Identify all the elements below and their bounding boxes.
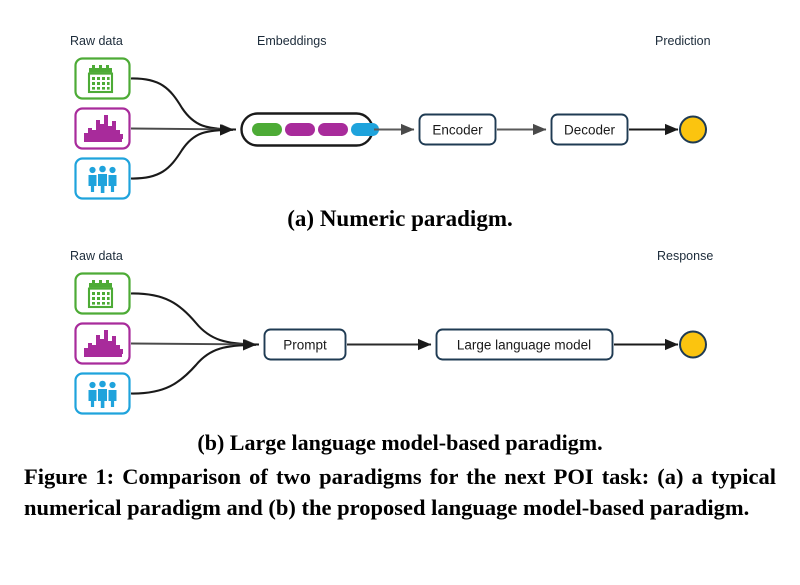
response-node-circle: [679, 330, 707, 359]
encoder-node-label: Encoder: [432, 123, 483, 138]
panel-a-histogram-card[interactable]: [74, 107, 131, 150]
figure-caption: Figure 1: Comparison of two paradigms fo…: [24, 464, 776, 520]
people-group-icon: [88, 165, 117, 193]
prediction-node-circle: [679, 115, 707, 144]
panel-b-arrow-people-to-prompt: [130, 339, 257, 395]
panel-a-label-raw-data: Raw data: [70, 34, 123, 48]
decoder-node-label: Decoder: [564, 123, 616, 138]
people-group-icon: [88, 380, 117, 408]
panel-a-diagram: Raw data Embeddings Prediction Encoder D…: [70, 34, 711, 200]
panel-b-label-raw-data: Raw data: [70, 249, 123, 263]
panel-a-arrow-calendar-to-embeddings: [130, 77, 237, 131]
panel-a-label-embeddings: Embeddings: [257, 34, 327, 48]
panel-b-caption: (b) Large language model-based paradigm.: [197, 430, 603, 455]
panel-b-diagram: Raw data Response Prompt Large language …: [70, 249, 713, 415]
panel-a-arrow-people-to-embeddings: [130, 124, 234, 180]
panel-a-prediction-node[interactable]: [679, 115, 707, 144]
panel-a-decoder-node[interactable]: Decoder: [550, 113, 629, 146]
panel-a-label-prediction: Prediction: [655, 34, 711, 48]
panel-a-embeddings-node[interactable]: [240, 112, 380, 147]
panel-b-arrow-histogram-to-prompt: [130, 339, 257, 350]
panel-b-histogram-card[interactable]: [74, 322, 131, 365]
panel-a-calendar-card[interactable]: [74, 57, 131, 100]
panel-b-calendar-card[interactable]: [74, 272, 131, 315]
figure-page: Raw data Embeddings Prediction Encoder D…: [0, 0, 800, 585]
panel-b-llm-node[interactable]: Large language model: [435, 328, 614, 361]
embedding-pill: [285, 123, 315, 136]
panel-b-label-response: Response: [657, 249, 713, 263]
panel-b-arrow-calendar-to-prompt: [130, 292, 260, 346]
embedding-pill: [252, 123, 282, 136]
panel-a-arrow-histogram-to-embeddings: [130, 124, 234, 135]
panel-b-prompt-node[interactable]: Prompt: [263, 328, 347, 361]
panel-a-encoder-node[interactable]: Encoder: [418, 113, 497, 146]
prompt-node-label: Prompt: [283, 338, 327, 353]
panel-a-people-card[interactable]: [74, 157, 131, 200]
embedding-pill: [318, 123, 348, 136]
llm-node-label: Large language model: [457, 338, 591, 353]
panel-b-response-node[interactable]: [679, 330, 707, 359]
panel-b-people-card[interactable]: [74, 372, 131, 415]
